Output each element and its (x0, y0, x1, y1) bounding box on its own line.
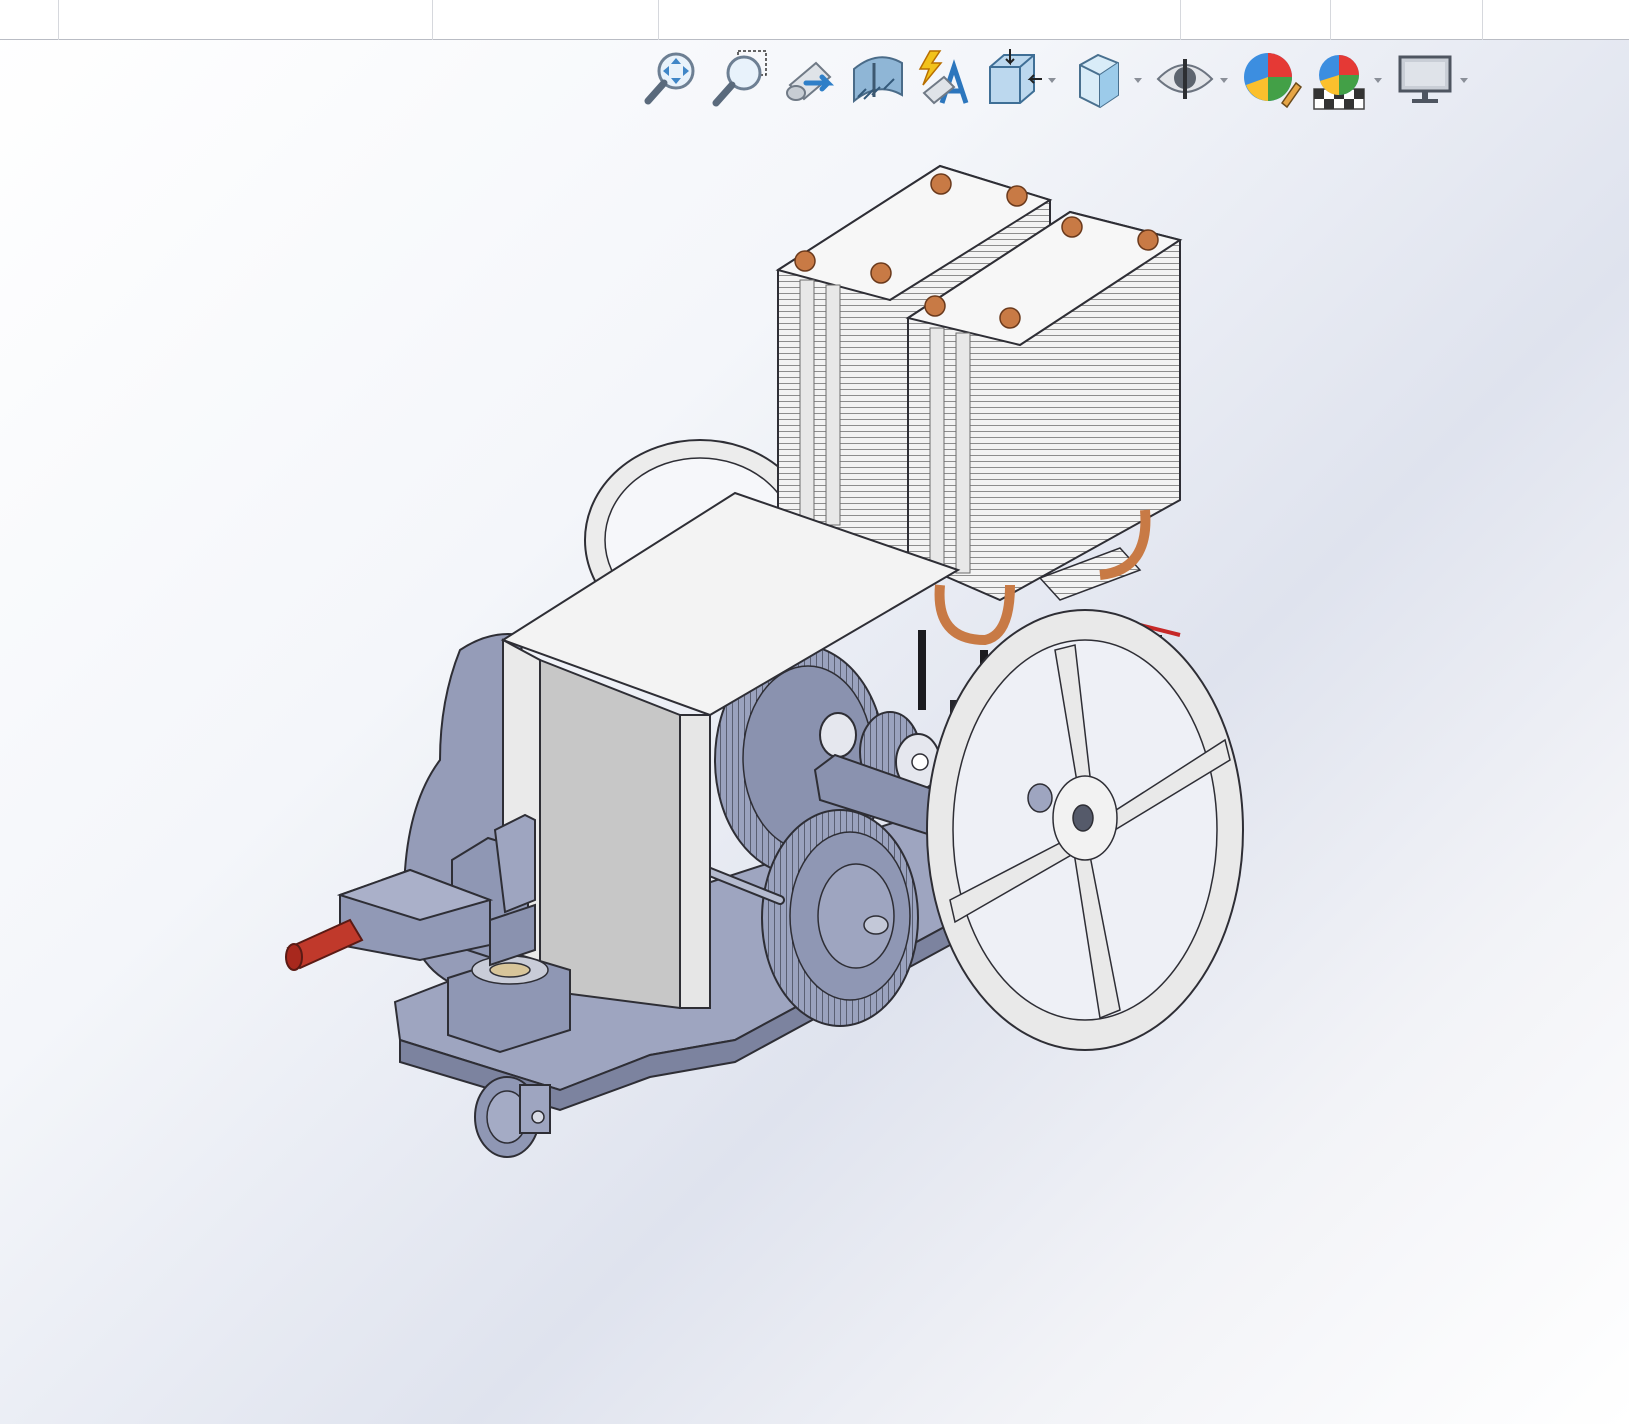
tab-divider (58, 0, 59, 40)
front-handwheel (926, 609, 1244, 1051)
assembly-model[interactable] (0, 41, 1629, 1424)
tab-divider (1180, 0, 1181, 40)
graphics-area[interactable] (0, 41, 1629, 1424)
command-manager-tab-strip (0, 0, 1629, 40)
tab-divider (1330, 0, 1331, 40)
tab-divider (1482, 0, 1483, 40)
tab-divider (432, 0, 433, 40)
lower-gear (761, 809, 919, 1027)
caster-wheel (474, 1076, 551, 1158)
tab-divider (658, 0, 659, 40)
